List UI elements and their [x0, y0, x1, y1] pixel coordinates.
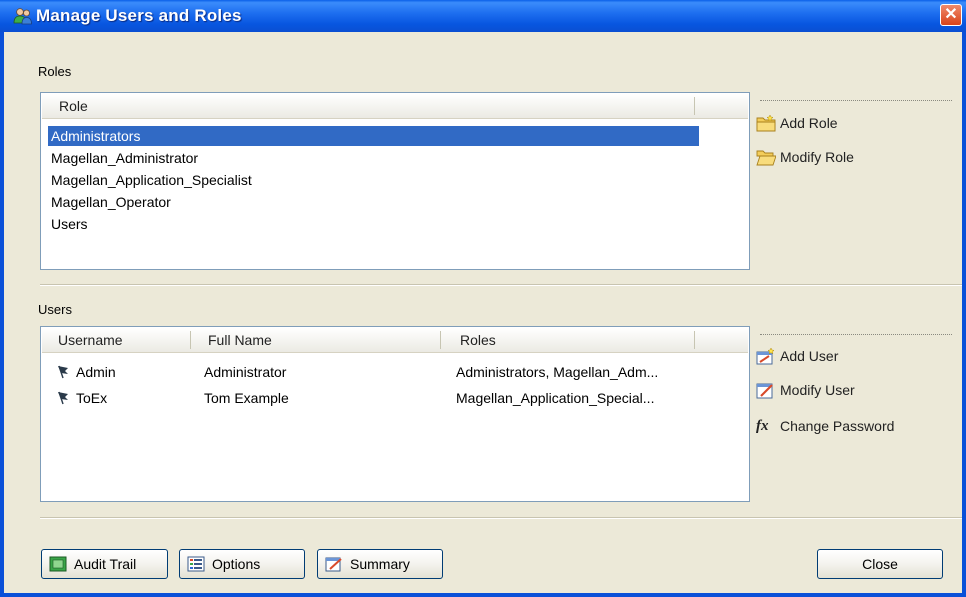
- audit-trail-label: Audit Trail: [74, 556, 137, 572]
- change-password-label: Change Password: [780, 418, 895, 434]
- users-list-header: Username Full Name Roles: [42, 328, 748, 353]
- user-username: ToEx: [76, 390, 108, 406]
- users-label-text: Users: [38, 302, 72, 317]
- roles-section-label: Roles: [38, 64, 71, 79]
- close-window-button[interactable]: ✕: [940, 4, 962, 26]
- column-header-full-name[interactable]: Full Name: [208, 328, 272, 352]
- title-bar[interactable]: Manage Users and Roles ✕: [0, 0, 966, 32]
- add-user-icon: [756, 347, 775, 365]
- edit-user-icon: [756, 383, 773, 399]
- column-header-username[interactable]: Username: [58, 328, 123, 352]
- modify-user-label: Modify User: [780, 382, 855, 398]
- options-list-icon: [187, 556, 205, 572]
- user-flag-icon: [58, 391, 68, 405]
- footer-divider: [40, 517, 962, 519]
- user-username: Admin: [76, 364, 116, 380]
- summary-label: Summary: [350, 556, 410, 572]
- summary-icon: [325, 557, 342, 572]
- role-item-magellan-operator[interactable]: Magellan_Operator: [51, 192, 171, 212]
- folder-add-icon: [756, 114, 776, 132]
- roles-list-header: Role: [42, 94, 748, 119]
- users-list[interactable]: Username Full Name Roles Admin Administr…: [40, 326, 750, 502]
- user-row[interactable]: ToEx Tom Example Magellan_Application_Sp…: [42, 387, 748, 409]
- roles-list[interactable]: Role Administrators Magellan_Administrat…: [40, 92, 750, 270]
- role-item-magellan-application-specialist[interactable]: Magellan_Application_Specialist: [51, 170, 252, 190]
- user-full-name: Administrator: [204, 364, 287, 380]
- roles-label-text: Roles: [38, 64, 72, 79]
- column-header-role[interactable]: Role: [59, 94, 88, 118]
- column-header-roles[interactable]: Roles: [460, 328, 496, 352]
- audit-trail-button[interactable]: Audit Trail: [41, 549, 168, 579]
- add-user-label: Add User: [780, 348, 839, 364]
- folder-open-icon: [756, 150, 776, 166]
- options-label: Options: [212, 556, 261, 572]
- role-item-magellan-administrator[interactable]: Magellan_Administrator: [51, 148, 198, 168]
- role-item-users[interactable]: Users: [51, 214, 88, 234]
- users-actions-divider: [760, 334, 952, 335]
- function-icon: fx: [756, 418, 769, 434]
- section-divider: [40, 284, 962, 286]
- window-title: Manage Users and Roles: [36, 6, 242, 25]
- user-full-name: Tom Example: [204, 390, 289, 406]
- roles-actions-divider: [760, 100, 952, 101]
- modify-role-label: Modify Role: [780, 149, 854, 165]
- audit-trail-icon: [49, 556, 67, 572]
- add-role-label: Add Role: [780, 115, 838, 131]
- user-roles: Administrators, Magellan_Adm...: [456, 364, 659, 380]
- user-row[interactable]: Admin Administrator Administrators, Mage…: [42, 361, 748, 383]
- options-button[interactable]: Options: [179, 549, 305, 579]
- user-roles: Magellan_Application_Special...: [456, 390, 655, 406]
- users-section-label: Users: [38, 302, 72, 317]
- user-flag-icon: [58, 365, 68, 379]
- summary-button[interactable]: Summary: [317, 549, 443, 579]
- close-label: Close: [862, 556, 898, 572]
- role-item-administrators[interactable]: Administrators: [48, 126, 699, 146]
- users-icon: [13, 8, 32, 25]
- manage-users-roles-dialog: Manage Users and Roles ✕ Roles Role Admi…: [0, 0, 966, 597]
- close-button[interactable]: Close: [817, 549, 943, 579]
